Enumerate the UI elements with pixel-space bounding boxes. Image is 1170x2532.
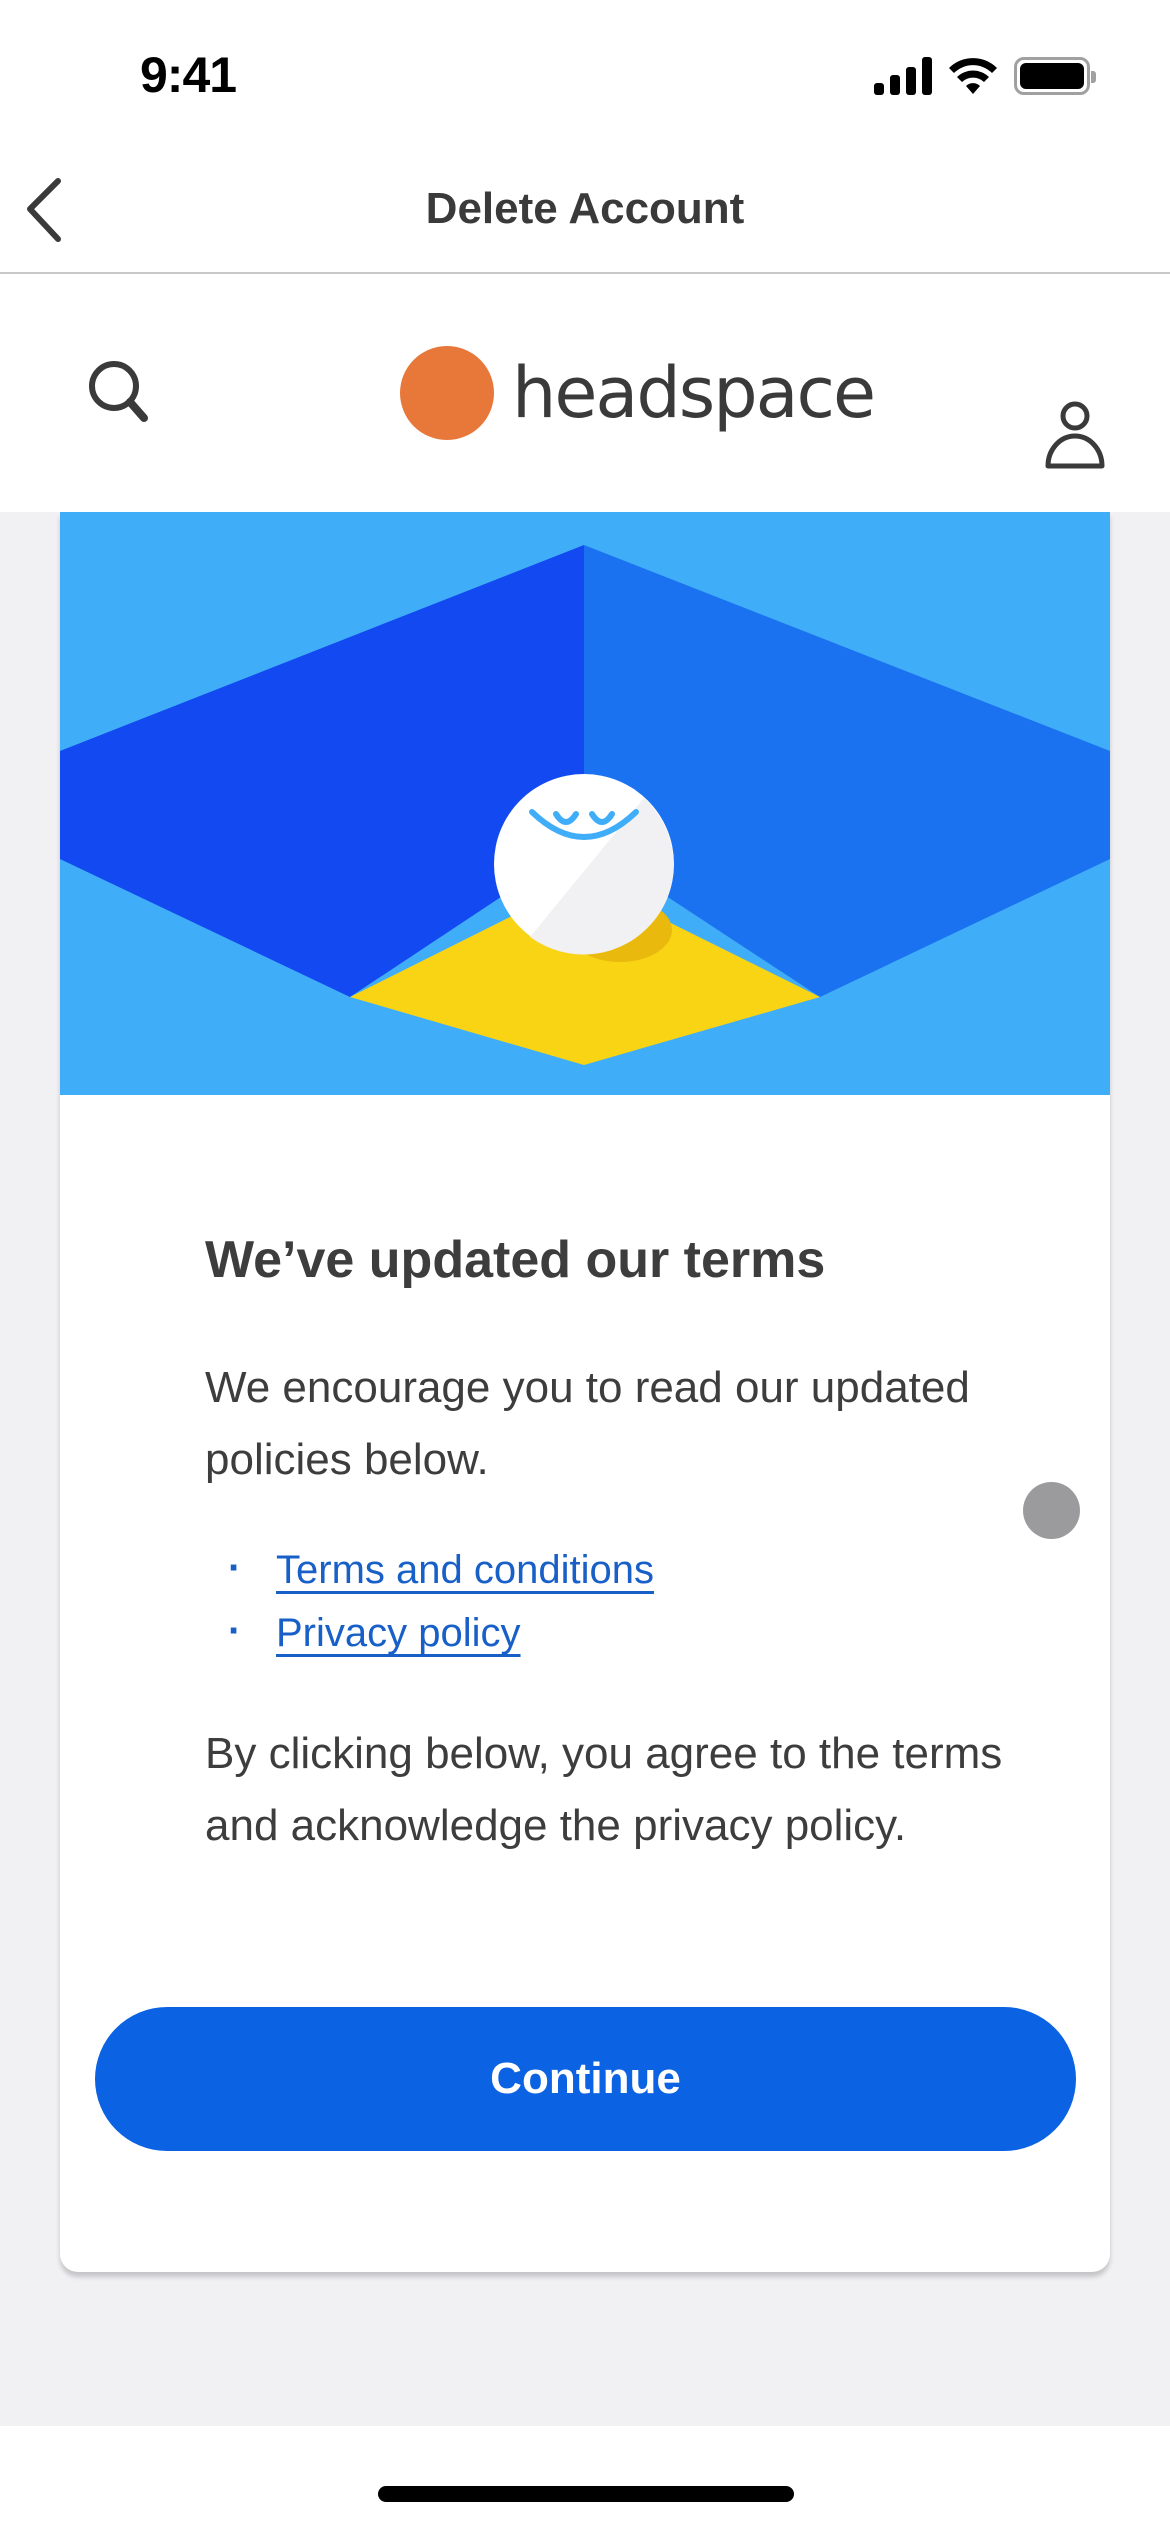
home-indicator-area <box>0 2426 1170 2532</box>
search-icon <box>89 361 148 422</box>
wifi-icon <box>949 58 997 94</box>
page-title: Delete Account <box>425 184 745 233</box>
cellular-signal-icon <box>874 57 932 95</box>
terms-update-card: We’ve updated our terms We encourage you… <box>60 512 1110 2272</box>
status-bar: 9:41 <box>0 0 1170 150</box>
search-button[interactable] <box>84 356 154 426</box>
headspace-logo[interactable]: headspace <box>400 346 876 440</box>
continue-button[interactable]: Continue <box>95 2007 1076 2151</box>
profile-button[interactable] <box>1040 396 1110 476</box>
navigation-bar: Delete Account <box>0 150 1170 274</box>
battery-icon <box>1014 57 1096 95</box>
list-item: Privacy policy <box>228 1609 654 1674</box>
logo-text: headspace <box>512 352 876 434</box>
terms-and-conditions-link[interactable]: Terms and conditions <box>276 1548 654 1592</box>
status-icons <box>874 56 1096 96</box>
card-agreement-text: By clicking below, you agree to the term… <box>205 1729 1003 1850</box>
person-icon <box>1045 401 1105 469</box>
scroll-indicator[interactable] <box>1023 1482 1080 1539</box>
card-intro-text: We encourage you to read our updated pol… <box>205 1363 970 1484</box>
home-indicator[interactable] <box>378 2486 794 2502</box>
logo-dot-icon <box>400 346 494 440</box>
privacy-policy-link[interactable]: Privacy policy <box>276 1611 521 1655</box>
status-time: 9:41 <box>140 47 237 103</box>
list-item: Terms and conditions <box>228 1546 654 1611</box>
headspace-character-illustration <box>60 512 1110 1095</box>
policy-links-list: Terms and conditions Privacy policy <box>228 1546 654 1674</box>
hero-illustration <box>60 512 1110 1095</box>
site-header: headspace <box>0 276 1170 512</box>
card-title: We’ve updated our terms <box>205 1231 826 1289</box>
